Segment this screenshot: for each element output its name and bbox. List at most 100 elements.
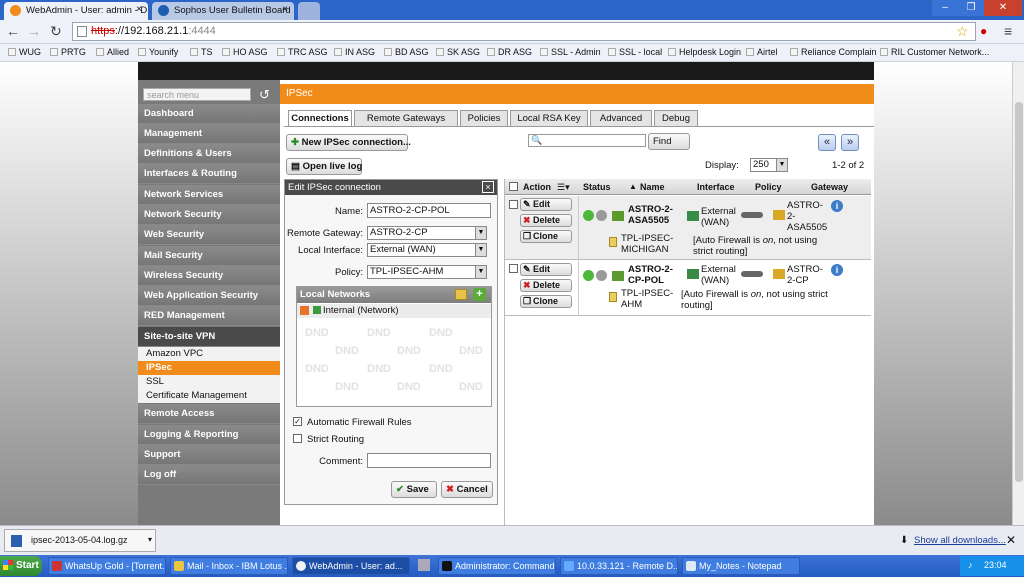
sidebar-subitem-amazon-vpc[interactable]: Amazon VPC xyxy=(138,347,280,361)
bookmark-item[interactable]: Airtel xyxy=(746,47,778,57)
strict-routing-checkbox[interactable] xyxy=(293,434,302,443)
local-network-item[interactable]: Internal (Network) xyxy=(297,304,491,318)
bookmark-item[interactable]: SSL - Admin xyxy=(540,47,601,57)
page-scrollbar[interactable] xyxy=(1012,62,1024,525)
bookmark-star-icon[interactable]: ☆ xyxy=(956,23,969,40)
chevron-down-icon[interactable]: ▾ xyxy=(148,535,152,544)
edit-button[interactable]: ✎ Edit xyxy=(520,263,572,276)
search-menu-input[interactable]: search menu xyxy=(143,88,251,101)
col-gateway[interactable]: Gateway xyxy=(811,182,848,192)
menu-wrench-icon[interactable]: ≡ xyxy=(1004,23,1012,39)
back-arrow-icon[interactable]: ← xyxy=(6,23,20,39)
col-policy[interactable]: Policy xyxy=(755,182,782,192)
sidebar-item-log-off[interactable]: Log off xyxy=(138,465,280,485)
status-enabled-icon[interactable] xyxy=(583,270,594,281)
cancel-button[interactable]: ✖ Cancel xyxy=(441,481,493,498)
bookmark-item[interactable]: SK ASG xyxy=(436,47,480,57)
table-row[interactable]: ✎ Edit ✖ Delete ❐ Clone ASTRO-2-CP-POL Exte… xyxy=(505,260,871,316)
forward-arrow-icon[interactable]: → xyxy=(27,23,41,39)
scrollbar-thumb[interactable] xyxy=(1015,102,1023,482)
new-tab-button[interactable] xyxy=(298,2,320,20)
sidebar-item-interfaces-routing[interactable]: Interfaces & Routing xyxy=(138,164,280,184)
close-icon[interactable]: ✕ xyxy=(1006,533,1016,547)
sidebar-item-wireless-security[interactable]: Wireless Security xyxy=(138,266,280,286)
delete-button[interactable]: ✖ Delete xyxy=(520,279,572,292)
bookmark-item[interactable]: DR ASG xyxy=(487,47,532,57)
download-item[interactable]: ipsec-2013-05-04.log.gz ▾ xyxy=(4,529,156,552)
clone-button[interactable]: ❐ Clone xyxy=(520,295,572,308)
new-ipsec-connection-button[interactable]: ✚ New IPSec connection... xyxy=(286,134,411,151)
sidebar-subitem-ssl[interactable]: SSL xyxy=(138,375,280,389)
reset-search-icon[interactable]: ↺ xyxy=(259,87,270,103)
taskbar-item-remote-desktop[interactable]: 10.0.33.121 - Remote D... xyxy=(560,557,678,575)
name-field[interactable]: ASTRO-2-CP-POL xyxy=(367,203,491,218)
sidebar-item-network-security[interactable]: Network Security xyxy=(138,205,280,225)
taskbar-item-lotus-mail[interactable]: Mail - Inbox - IBM Lotus ... xyxy=(170,557,288,575)
save-button[interactable]: ✔ Save xyxy=(391,481,437,498)
delete-button[interactable]: ✖ Delete xyxy=(520,214,572,227)
tab-policies[interactable]: Policies xyxy=(460,110,508,126)
adblock-icon[interactable]: ● xyxy=(980,24,987,38)
sidebar-item-network-services[interactable]: Network Services xyxy=(138,185,280,205)
bookmark-item[interactable]: TRC ASG xyxy=(277,47,328,57)
info-icon[interactable]: i xyxy=(831,264,843,276)
column-menu-icon[interactable]: ☰▾ xyxy=(557,182,570,193)
bookmark-item[interactable]: Younify xyxy=(138,47,178,57)
trash-icon[interactable] xyxy=(300,306,309,315)
restore-window-button[interactable]: ❐ xyxy=(958,0,984,16)
reload-icon[interactable]: ↻ xyxy=(50,23,62,40)
find-input[interactable]: 🔍 xyxy=(528,134,646,147)
close-window-button[interactable]: ✕ xyxy=(984,0,1022,16)
add-icon[interactable]: + xyxy=(473,288,486,301)
automatic-firewall-rules-checkbox[interactable]: ✓ xyxy=(293,417,302,426)
taskbar-item-command-prompt[interactable]: Administrator: Command... xyxy=(438,557,556,575)
col-action[interactable]: Action xyxy=(523,182,551,192)
bookmark-item[interactable]: WUG xyxy=(8,47,41,57)
sidebar-subitem-certificate-management[interactable]: Certificate Management xyxy=(138,389,280,403)
bookmark-item[interactable]: Helpdesk Login xyxy=(668,47,741,57)
prev-page-button[interactable]: « xyxy=(818,134,836,151)
clone-button[interactable]: ❐ Clone xyxy=(520,230,572,243)
clock[interactable]: 23:04 xyxy=(984,560,1007,570)
bookmark-item[interactable]: RIL Customer Network... xyxy=(880,47,989,57)
local-networks-box[interactable]: Local Networks + Internal (Network) DND … xyxy=(296,286,492,407)
sidebar-item-remote-access[interactable]: Remote Access xyxy=(138,404,280,424)
sort-asc-icon[interactable]: ▲ xyxy=(629,182,637,191)
remote-gateway-select[interactable]: ASTRO-2-CP ▼ xyxy=(367,226,487,240)
select-all-checkbox[interactable] xyxy=(509,182,518,191)
bookmark-item[interactable]: PRTG xyxy=(50,47,86,57)
bookmark-item[interactable]: Allied xyxy=(96,47,129,57)
tab-advanced[interactable]: Advanced xyxy=(590,110,652,126)
bookmark-item[interactable]: Reliance Complain xyxy=(790,47,877,57)
taskbar-item-webadmin[interactable]: WebAdmin - User: ad... xyxy=(292,557,410,575)
sidebar-item-web-security[interactable]: Web Security xyxy=(138,225,280,245)
policy-select[interactable]: TPL-IPSEC-AHM ▼ xyxy=(367,265,487,279)
sidebar-subitem-ipsec[interactable]: IPSec xyxy=(138,361,280,375)
close-icon[interactable]: × xyxy=(482,181,494,193)
browser-tab-webadmin[interactable]: WebAdmin - User: admin - D × xyxy=(4,2,148,20)
sidebar-item-red-management[interactable]: RED Management xyxy=(138,306,280,326)
tab-close-icon[interactable]: × xyxy=(136,4,142,15)
show-all-downloads-link[interactable]: Show all downloads... xyxy=(914,535,1006,546)
col-name[interactable]: Name xyxy=(640,182,665,192)
row-checkbox[interactable] xyxy=(509,200,518,209)
sidebar-item-logging-reporting[interactable]: Logging & Reporting xyxy=(138,425,280,445)
network-tray-icon[interactable] xyxy=(418,559,430,571)
tab-close-icon[interactable]: × xyxy=(282,4,288,15)
volume-icon[interactable]: ♪ xyxy=(968,560,973,570)
address-bar[interactable]: https://192.168.21.1:4444 xyxy=(72,22,976,41)
sidebar-item-definitions-users[interactable]: Definitions & Users xyxy=(138,144,280,164)
folder-icon[interactable] xyxy=(455,289,467,300)
col-interface[interactable]: Interface xyxy=(697,182,735,192)
tab-connections[interactable]: Connections xyxy=(288,110,352,127)
tab-local-rsa-key[interactable]: Local RSA Key xyxy=(510,110,588,126)
find-button[interactable]: Find xyxy=(648,133,690,150)
tab-debug[interactable]: Debug xyxy=(654,110,698,126)
browser-tab-bulletin[interactable]: Sophos User Bulletin Board × xyxy=(152,2,294,20)
col-status[interactable]: Status xyxy=(583,182,611,192)
comment-field[interactable] xyxy=(367,453,491,468)
next-page-button[interactable]: » xyxy=(841,134,859,151)
sidebar-item-web-application-security[interactable]: Web Application Security xyxy=(138,286,280,306)
bookmark-item[interactable]: SSL - local xyxy=(608,47,662,57)
sidebar-item-mail-security[interactable]: Mail Security xyxy=(138,246,280,266)
